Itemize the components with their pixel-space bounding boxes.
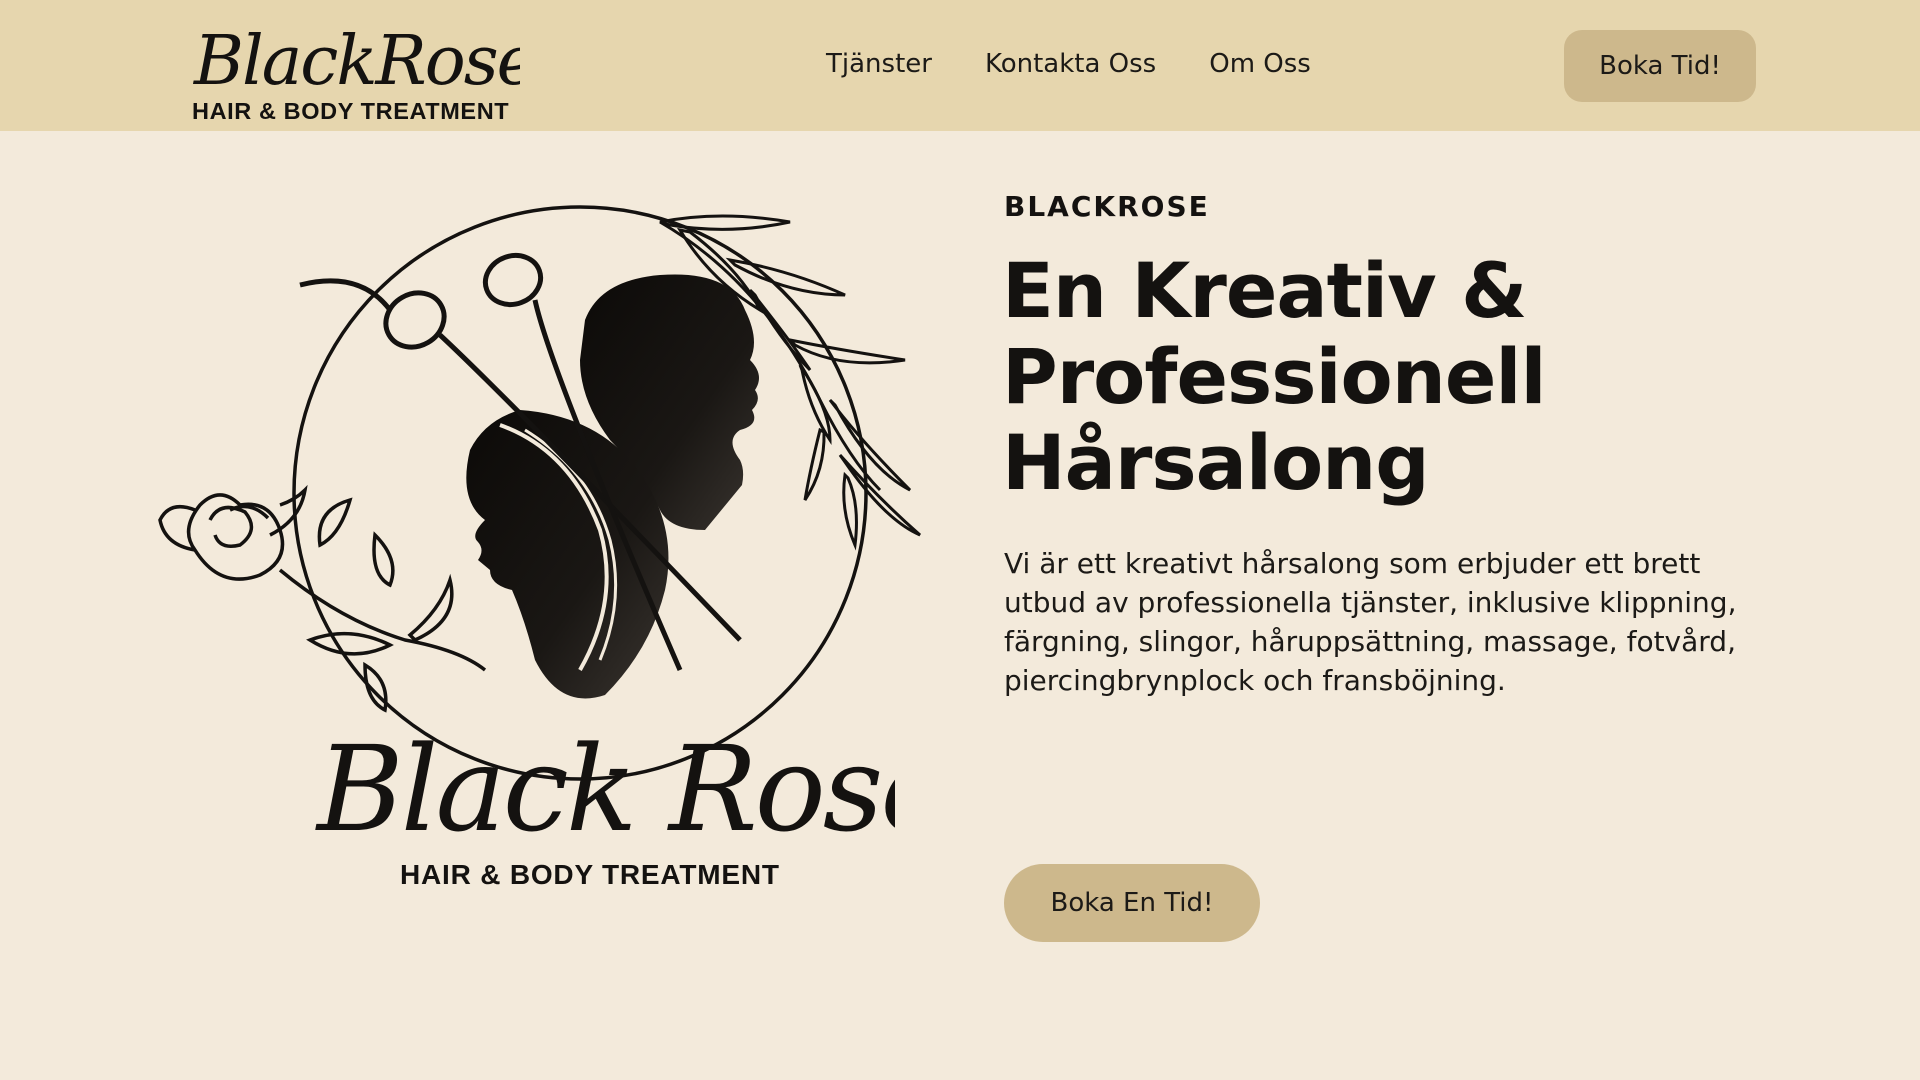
svg-text:Black Rose: Black Rose: [315, 720, 895, 858]
nav-link-om-oss[interactable]: Om Oss: [1209, 49, 1311, 79]
nav-link-kontakta-oss[interactable]: Kontakta Oss: [985, 49, 1156, 79]
brand-script-logo: BlackRose: [192, 22, 520, 96]
hero-eyebrow: BLACKROSE: [1004, 190, 1210, 223]
svg-text:BlackRose: BlackRose: [192, 22, 520, 96]
book-appointment-button[interactable]: Boka Tid!: [1564, 30, 1756, 102]
hero-logo-script: Black Rose: [315, 720, 895, 858]
brand-logo-link[interactable]: BlackRose HAIR & BODY TREATMENT: [190, 6, 520, 128]
hero-headline-line-3: Hårsalong: [1002, 418, 1430, 507]
brand-tagline: HAIR & BODY TREATMENT: [192, 98, 510, 124]
rose-icon: [158, 484, 487, 713]
hero-logo-tagline: HAIR & BODY TREATMENT: [400, 859, 780, 890]
hero-headline-line-1: En Kreativ &: [1002, 246, 1527, 335]
book-an-appointment-button[interactable]: Boka En Tid!: [1004, 864, 1260, 942]
main-nav: Tjänster Kontakta Oss Om Oss: [826, 44, 1311, 84]
nav-link-tjanster[interactable]: Tjänster: [826, 49, 932, 79]
hero-description: Vi är ett kreativt hårsalong som erbjude…: [1004, 547, 1737, 697]
site-header: BlackRose HAIR & BODY TREATMENT Tjänster…: [0, 0, 1920, 131]
hero-headline: En Kreativ & Professionell Hårsalong: [1002, 248, 1702, 506]
hero-headline-line-2: Professionell: [1002, 332, 1547, 421]
